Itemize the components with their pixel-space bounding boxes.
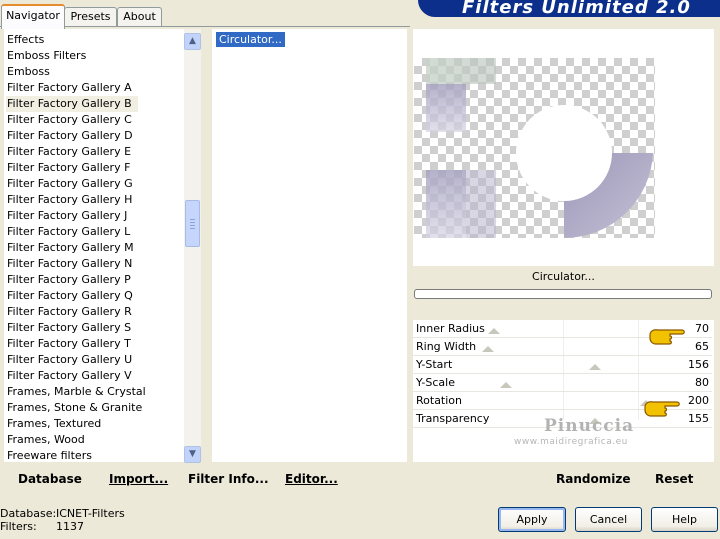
status-database-label: Database: [0, 507, 57, 520]
status-filters: Filters: 1137 [0, 520, 84, 533]
category-item[interactable]: Filter Factory Gallery H [7, 192, 132, 208]
category-item[interactable]: Filter Factory Gallery T [7, 336, 131, 352]
category-item[interactable]: Filter Factory Gallery G [7, 176, 133, 192]
slider-track[interactable] [413, 355, 712, 356]
preview-shape [426, 84, 466, 132]
category-item[interactable]: Filter Factory Gallery S [7, 320, 131, 336]
slider-thumb[interactable] [589, 364, 602, 370]
preview-image [426, 58, 653, 238]
scroll-down-button[interactable]: ▼ [184, 446, 201, 463]
category-item[interactable]: Filter Factory Gallery Q [7, 288, 133, 304]
chevron-up-icon: ▲ [189, 36, 196, 46]
parameter-name: Ring Width [416, 340, 477, 353]
status-filters-label: Filters: [0, 520, 37, 533]
editor-button[interactable]: Editor... [285, 471, 338, 487]
category-item[interactable]: Emboss [7, 64, 50, 80]
grip-line [190, 222, 195, 223]
category-item[interactable]: Filter Factory Gallery B [6, 96, 138, 112]
category-item[interactable]: Filter Factory Gallery N [7, 256, 132, 272]
parameter-value: 155 [688, 412, 709, 425]
progress-bar [414, 289, 712, 299]
category-item[interactable]: Filter Factory Gallery C [7, 112, 132, 128]
preview-shape [426, 170, 466, 238]
scroll-up-button[interactable]: ▲ [184, 33, 201, 50]
database-button[interactable]: Database [18, 471, 82, 487]
parameter-value: 200 [688, 394, 709, 407]
category-item[interactable]: Filter Factory Gallery J [7, 208, 127, 224]
parameter-value: 156 [688, 358, 709, 371]
category-item[interactable]: Frames, Textured [7, 416, 101, 432]
category-item[interactable]: Filter Factory Gallery L [7, 224, 130, 240]
preview-ring-hole [516, 105, 612, 201]
category-item[interactable]: Frames, Wood [7, 432, 85, 448]
parameter-name: Inner Radius [416, 322, 485, 335]
category-item[interactable]: Filter Factory Gallery A [7, 80, 132, 96]
grip-line [190, 219, 195, 220]
scroll-thumb[interactable] [185, 200, 200, 247]
status-filters-value: 1137 [56, 520, 84, 533]
category-item[interactable]: Emboss Filters [7, 48, 86, 64]
slider-thumb[interactable] [499, 382, 512, 388]
category-item[interactable]: Filter Factory Gallery E [7, 144, 131, 160]
watermark: Pinuccia [544, 416, 635, 436]
slider-thumb[interactable] [487, 328, 500, 334]
parameter-name: Y-Start [416, 358, 453, 371]
category-item[interactable]: Filter Factory Gallery F [7, 160, 130, 176]
parameter-name: Rotation [416, 394, 463, 407]
parameter-row[interactable]: Y-Start 156 [413, 358, 712, 376]
slider-track[interactable] [413, 373, 712, 374]
slider-track[interactable] [413, 391, 712, 392]
category-item[interactable]: Filter Factory Gallery U [7, 352, 132, 368]
pointing-hand-icon [649, 329, 685, 345]
preview-filter-name: Circulator... [413, 266, 714, 288]
app-title: Filters Unlimited 2.0 [462, 0, 691, 18]
category-item[interactable]: Frames, Stone & Granite [7, 400, 142, 416]
parameter-value: 70 [695, 322, 709, 335]
category-item[interactable]: Filter Factory Gallery M [7, 240, 134, 256]
tab-about[interactable]: About [117, 7, 162, 26]
slider-thumb[interactable] [481, 346, 494, 352]
import-button[interactable]: Import... [109, 471, 168, 487]
category-item[interactable]: Filter Factory Gallery V [7, 368, 132, 384]
category-item[interactable]: Frames, Marble & Crystal [7, 384, 146, 400]
parameter-name: Transparency [416, 412, 490, 425]
cancel-button[interactable]: Cancel [575, 507, 642, 532]
parameter-name: Y-Scale [416, 376, 455, 389]
category-item[interactable]: Filter Factory Gallery P [7, 272, 131, 288]
category-item[interactable]: Filter Factory Gallery R [7, 304, 132, 320]
filter-item-circulator[interactable]: Circulator... [216, 32, 285, 47]
status-database-value: ICNET-Filters [56, 507, 125, 520]
pointing-hand-icon [644, 401, 680, 417]
tab-navigator[interactable]: Navigator [1, 4, 65, 29]
preview-shape [466, 170, 496, 238]
chevron-down-icon: ▼ [189, 449, 196, 459]
filter-list[interactable] [212, 29, 407, 462]
help-button[interactable]: Help [651, 507, 718, 532]
parameter-value: 80 [695, 376, 709, 389]
grip-line [190, 225, 195, 226]
apply-button[interactable]: Apply [498, 507, 566, 532]
filter-info-button[interactable]: Filter Info... [188, 471, 269, 487]
randomize-button[interactable]: Randomize [556, 471, 630, 487]
grip-line [190, 228, 195, 229]
watermark-url: www.maidiregrafica.eu [514, 437, 628, 447]
tab-presets[interactable]: Presets [64, 7, 117, 26]
reset-button[interactable]: Reset [655, 471, 693, 487]
parameter-row[interactable]: Y-Scale 80 [413, 376, 712, 394]
status-database: Database: ICNET-Filters [0, 507, 125, 520]
parameter-value: 65 [695, 340, 709, 353]
category-item[interactable]: Effects [7, 32, 44, 48]
category-item[interactable]: Filter Factory Gallery D [7, 128, 133, 144]
category-item[interactable]: Freeware filters [7, 448, 92, 464]
preview-shape [426, 58, 496, 84]
